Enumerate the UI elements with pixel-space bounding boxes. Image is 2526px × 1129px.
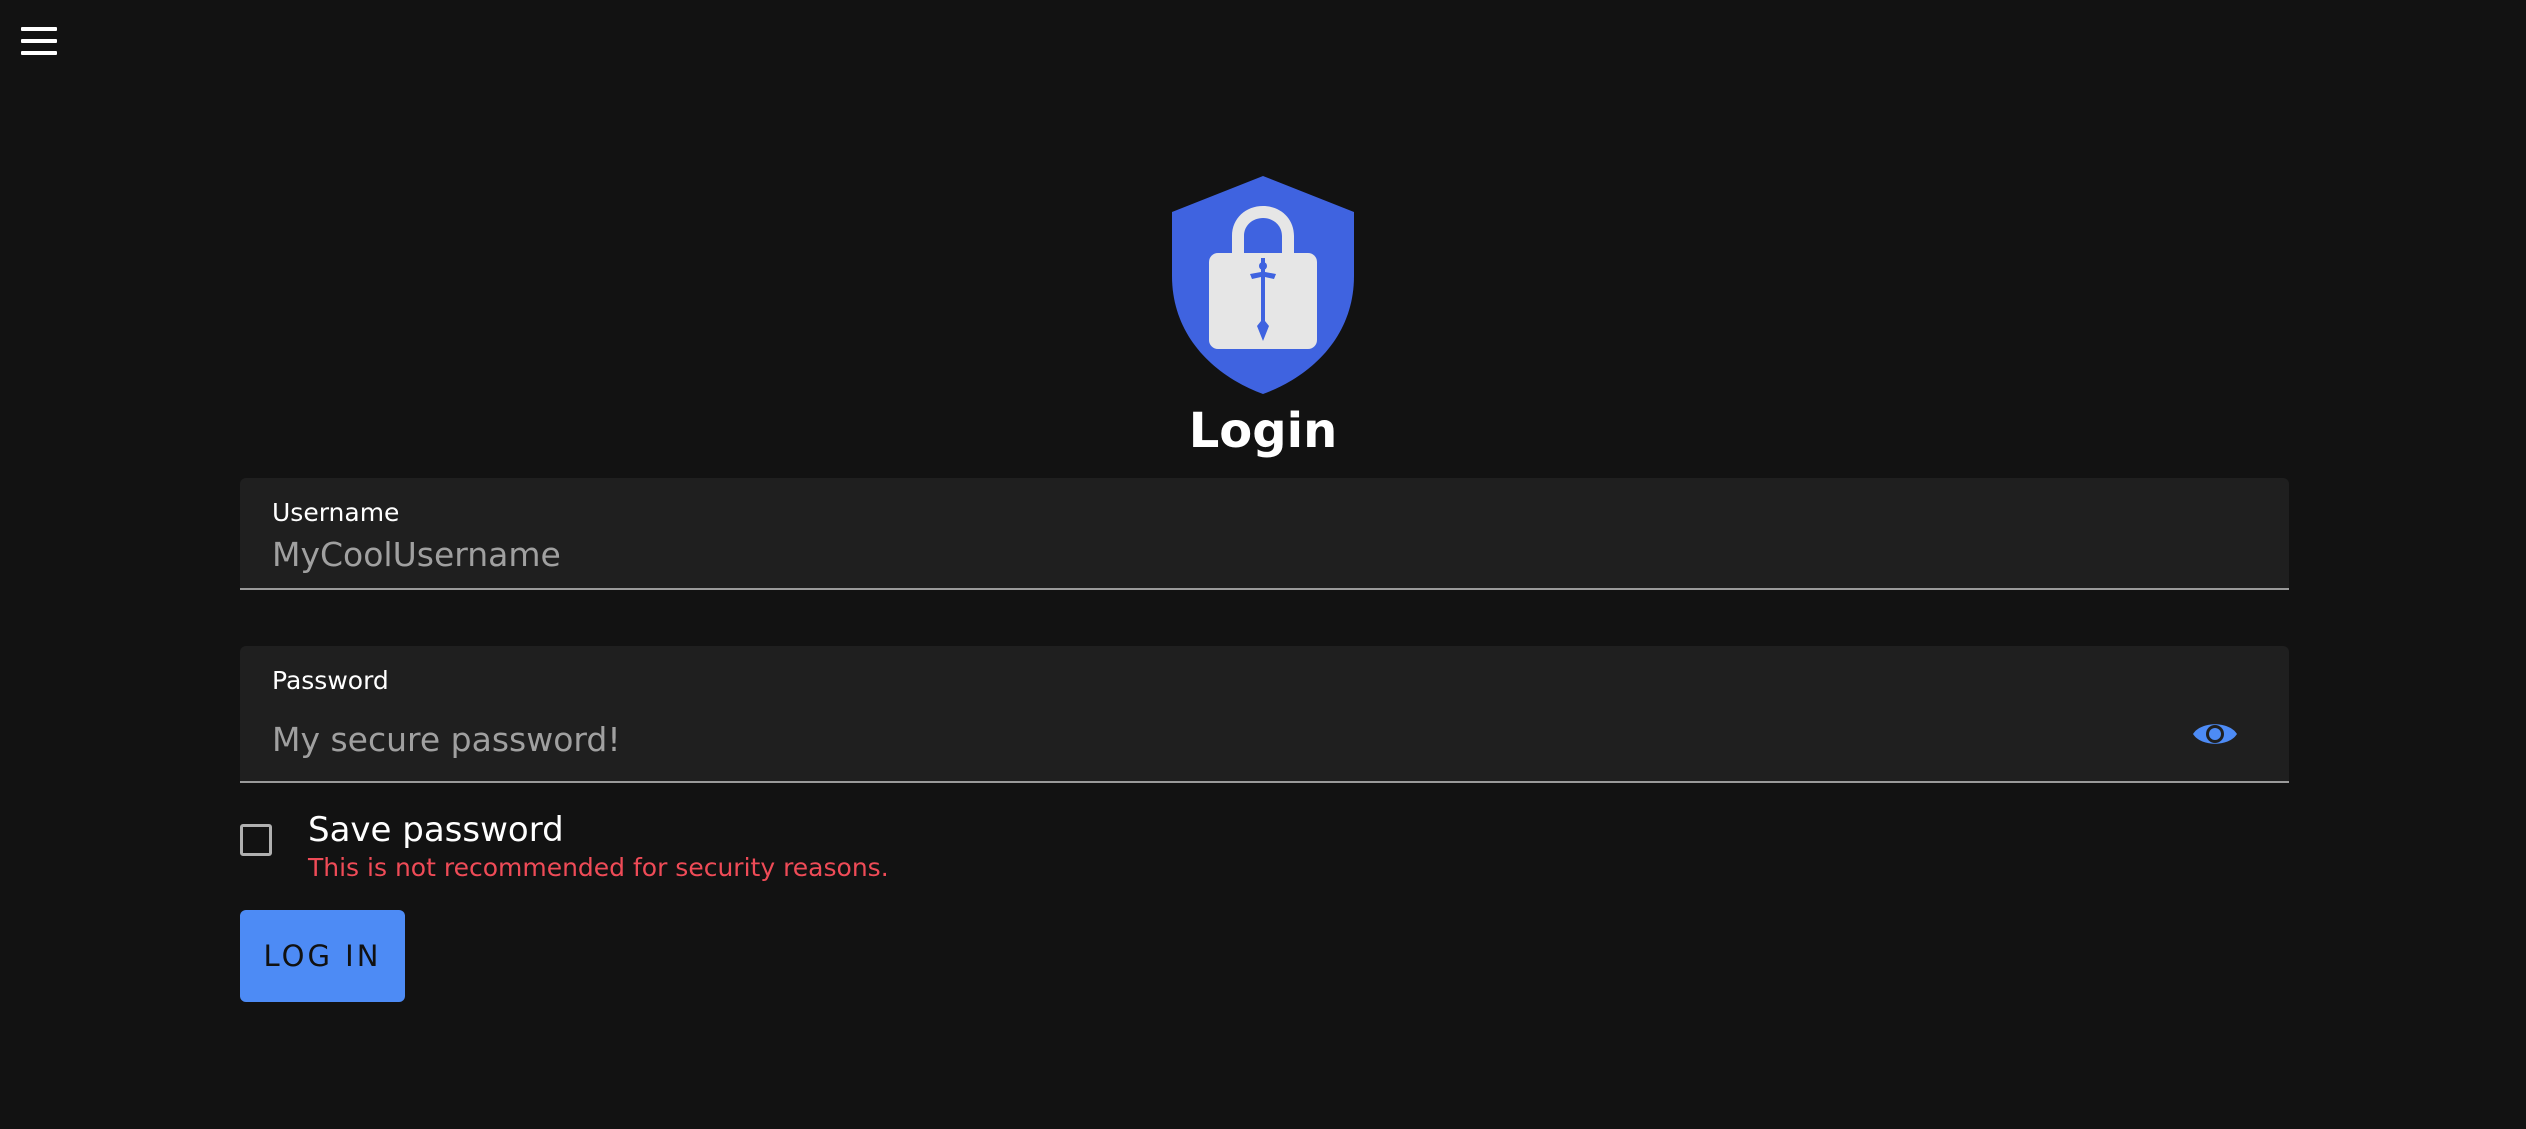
menu-bar-middle <box>21 39 57 43</box>
login-button[interactable]: LOG IN <box>240 910 405 1002</box>
password-field[interactable]: Password <box>240 646 2289 783</box>
username-label: Username <box>272 498 400 527</box>
password-input[interactable] <box>272 714 2152 764</box>
shield-lock-sword-icon <box>1172 176 1354 394</box>
save-password-warning: This is not recommended for security rea… <box>308 853 889 882</box>
menu-bar-bottom <box>21 51 57 55</box>
save-password-label[interactable]: Save password <box>308 810 564 850</box>
page-title: Login <box>1188 403 1338 459</box>
menu-bar-top <box>21 27 57 31</box>
password-label: Password <box>272 666 389 695</box>
username-input[interactable] <box>272 532 2252 576</box>
eye-icon[interactable] <box>2191 714 2239 754</box>
login-page: Login Username Password Save password Th… <box>0 0 2526 1129</box>
username-field[interactable]: Username <box>240 478 2289 590</box>
hamburger-menu-icon[interactable] <box>18 24 62 60</box>
save-password-checkbox[interactable] <box>240 824 272 856</box>
